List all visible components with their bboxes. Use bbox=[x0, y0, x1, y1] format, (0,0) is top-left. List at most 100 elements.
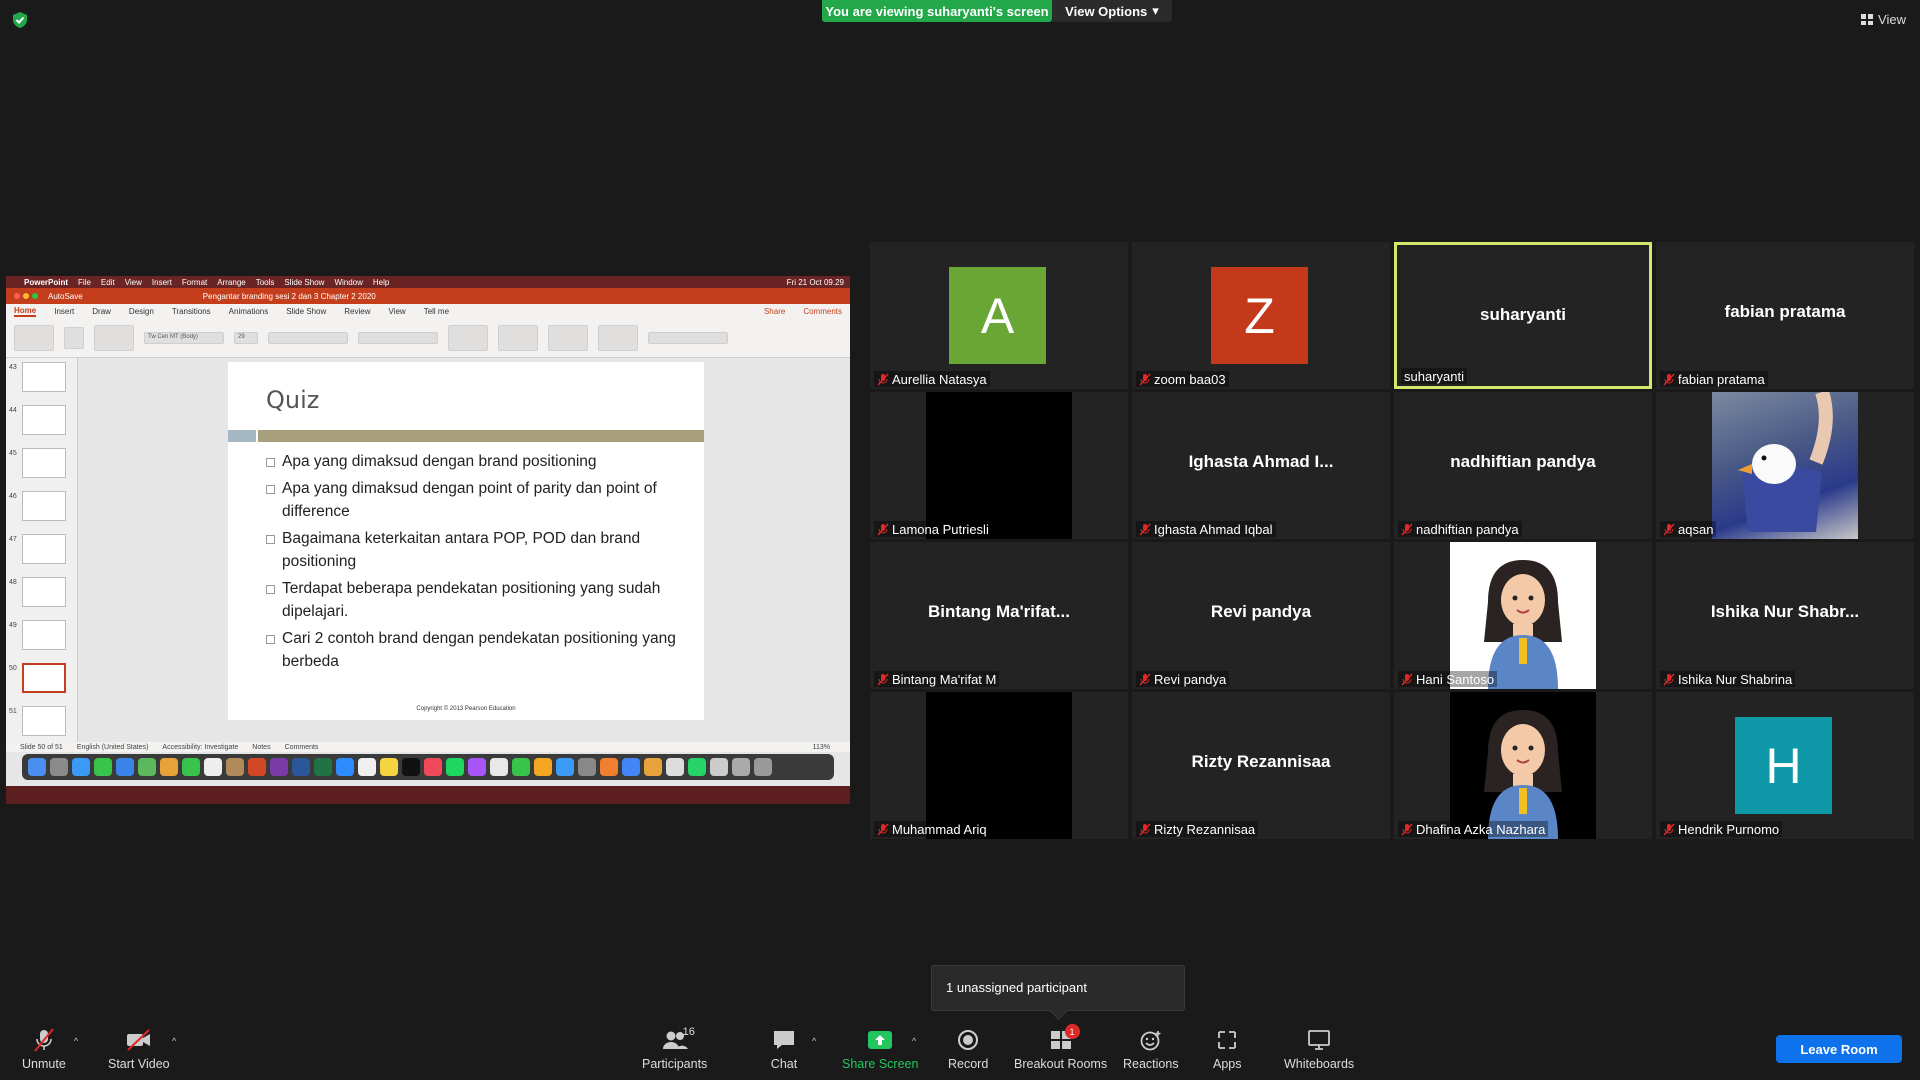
participant-tile[interactable]: Ishika Nur Shabr... Ishika Nur Shabrina bbox=[1656, 542, 1914, 689]
participant-avatar: H bbox=[1735, 717, 1832, 814]
mic-muted-icon bbox=[1401, 523, 1413, 536]
participants-button[interactable]: 16 Participants bbox=[642, 1026, 708, 1071]
participant-tile[interactable]: Revi pandya Revi pandya bbox=[1132, 542, 1390, 689]
ribbon-tab: Slide Show bbox=[286, 306, 327, 316]
grid-view-icon bbox=[1861, 14, 1874, 25]
language-label: English (United States) bbox=[76, 743, 149, 751]
record-label: Record bbox=[948, 1057, 989, 1071]
status-comments-label: Comments bbox=[284, 743, 319, 751]
participant-tile[interactable]: Hani Santoso bbox=[1394, 542, 1652, 689]
slide-accent-bar bbox=[258, 430, 704, 442]
participant-name: zoom baa03 bbox=[1154, 371, 1226, 387]
video-options-caret[interactable]: ^ bbox=[172, 1036, 176, 1046]
apps-icon bbox=[1218, 1031, 1237, 1049]
viewing-screen-banner: You are viewing suharyanti's screen bbox=[822, 0, 1052, 22]
reminders-icon bbox=[358, 758, 376, 776]
format-icons bbox=[268, 331, 348, 344]
view-options-label: View Options bbox=[1065, 3, 1148, 19]
thumb-number: 51 bbox=[9, 708, 17, 715]
participant-name: suharyanti bbox=[1404, 368, 1464, 384]
mic-muted-icon bbox=[1663, 523, 1675, 536]
participant-tile[interactable]: Bintang Ma'rifat... Bintang Ma'rifat M bbox=[870, 542, 1128, 689]
participant-name: fabian pratama bbox=[1678, 371, 1765, 387]
participant-tile[interactable]: Zzoom baa03 bbox=[1132, 242, 1390, 389]
security-shield-icon[interactable] bbox=[11, 11, 29, 29]
books-icon bbox=[644, 758, 662, 776]
slide-thumbnail bbox=[22, 362, 66, 392]
view-layout-button[interactable]: View bbox=[1861, 12, 1906, 27]
participant-name: Hani Santoso bbox=[1416, 671, 1495, 687]
audio-options-caret[interactable]: ^ bbox=[74, 1036, 78, 1046]
participant-name: Muhammad Ariq bbox=[892, 821, 987, 837]
ribbon-tab: Animations bbox=[228, 306, 269, 316]
cartoon-avatar-icon bbox=[1484, 710, 1562, 839]
new-slide-icon bbox=[94, 324, 134, 351]
menu-item: Help bbox=[372, 277, 390, 287]
zoom-icon bbox=[336, 758, 354, 776]
slide-bullet: Bagaimana keterkaitan antara POP, POD da… bbox=[266, 527, 686, 573]
whiteboard-icon bbox=[1308, 1030, 1330, 1050]
participant-avatar: A bbox=[949, 267, 1046, 364]
apps-button[interactable]: Apps bbox=[1213, 1028, 1242, 1071]
share-screen-button[interactable]: Share Screen bbox=[842, 1028, 918, 1071]
onenote-icon bbox=[270, 758, 288, 776]
arrange-icon bbox=[598, 324, 638, 351]
reactions-icon bbox=[1140, 1031, 1161, 1051]
participant-center-name: Ighasta Ahmad I... bbox=[1188, 452, 1334, 471]
ribbon-tab-home: Home bbox=[14, 305, 37, 317]
participant-center-name: fabian pratama bbox=[1724, 302, 1846, 321]
calendar-icon bbox=[204, 758, 222, 776]
slide-bullet: Cari 2 contoh brand dengan pendekatan po… bbox=[266, 627, 686, 673]
participant-tile[interactable]: Lamona Putriesli bbox=[870, 392, 1128, 539]
document-icon bbox=[710, 758, 728, 776]
participant-tile[interactable]: nadhiftian pandya nadhiftian pandya bbox=[1394, 392, 1652, 539]
record-button[interactable]: Record bbox=[948, 1028, 988, 1071]
thumb-number: 47 bbox=[9, 536, 17, 543]
participant-tile[interactable]: aqsan bbox=[1656, 392, 1914, 539]
breakout-rooms-button[interactable]: 1 Breakout Rooms bbox=[1014, 1024, 1108, 1071]
excel-icon bbox=[314, 758, 332, 776]
contacts-icon bbox=[226, 758, 244, 776]
mic-muted-icon bbox=[1139, 823, 1151, 836]
music-icon bbox=[424, 758, 442, 776]
participant-tile[interactable]: H Hendrik Purnomo bbox=[1656, 692, 1914, 839]
facetime-icon bbox=[182, 758, 200, 776]
slide-thumbnail bbox=[22, 534, 66, 564]
shape-fill-icon bbox=[648, 331, 728, 344]
chat-button[interactable]: Chat bbox=[770, 1028, 798, 1071]
breakout-badge: 1 bbox=[1064, 1024, 1080, 1039]
participants-label: Participants bbox=[642, 1057, 708, 1071]
mic-muted-icon bbox=[877, 523, 889, 536]
share-options-caret[interactable]: ^ bbox=[912, 1036, 916, 1046]
reactions-button[interactable]: Reactions bbox=[1123, 1028, 1179, 1071]
participant-center-name: Revi pandya bbox=[1210, 602, 1312, 621]
ribbon-toolbar: Tw Cen MT (Body) 29 bbox=[6, 318, 850, 358]
participant-tile[interactable]: Muhammad Ariq bbox=[870, 692, 1128, 839]
participant-name-label: nadhiftian pandya bbox=[1398, 521, 1522, 537]
participant-tile[interactable]: A Aurellia Natasya bbox=[870, 242, 1128, 389]
chat-options-caret[interactable]: ^ bbox=[812, 1036, 816, 1046]
duck-in-bag-icon bbox=[1738, 392, 1833, 532]
menu-item: Format bbox=[181, 277, 208, 287]
unmute-button[interactable]: Unmute bbox=[22, 1028, 66, 1071]
participant-tile[interactable]: Ighasta Ahmad I... Ighasta Ahmad Iqbal bbox=[1132, 392, 1390, 539]
video-off-icon bbox=[126, 1029, 150, 1051]
leave-room-button[interactable]: Leave Room bbox=[1776, 1035, 1902, 1063]
window-controls-icon bbox=[14, 293, 38, 299]
participant-tile[interactable]: Rizty Rezannisaa Rizty Rezannisaa bbox=[1132, 692, 1390, 839]
participant-name-label: zoom baa03 bbox=[1136, 371, 1229, 387]
slide-thumbnail bbox=[22, 620, 66, 650]
view-options-button[interactable]: View Options ▾ bbox=[1052, 0, 1172, 22]
mic-muted-icon bbox=[1139, 673, 1151, 686]
start-video-button[interactable]: Start Video bbox=[108, 1028, 170, 1071]
chat-icon bbox=[774, 1031, 794, 1049]
participant-name-label: Hani Santoso bbox=[1398, 671, 1498, 687]
participant-tile[interactable]: suharyanti suharyanti bbox=[1394, 242, 1652, 389]
whiteboards-button[interactable]: Whiteboards bbox=[1284, 1028, 1354, 1071]
participant-name: nadhiftian pandya bbox=[1416, 521, 1519, 537]
participant-name-label: Revi pandya bbox=[1136, 671, 1230, 687]
participant-tile[interactable]: Dhafina Azka Nazhara bbox=[1394, 692, 1652, 839]
breakout-rooms-label: Breakout Rooms bbox=[1014, 1057, 1108, 1071]
participant-tile[interactable]: fabian pratama fabian pratama bbox=[1656, 242, 1914, 389]
shared-screen[interactable]: PowerPoint File Edit View Insert Format … bbox=[6, 276, 850, 804]
